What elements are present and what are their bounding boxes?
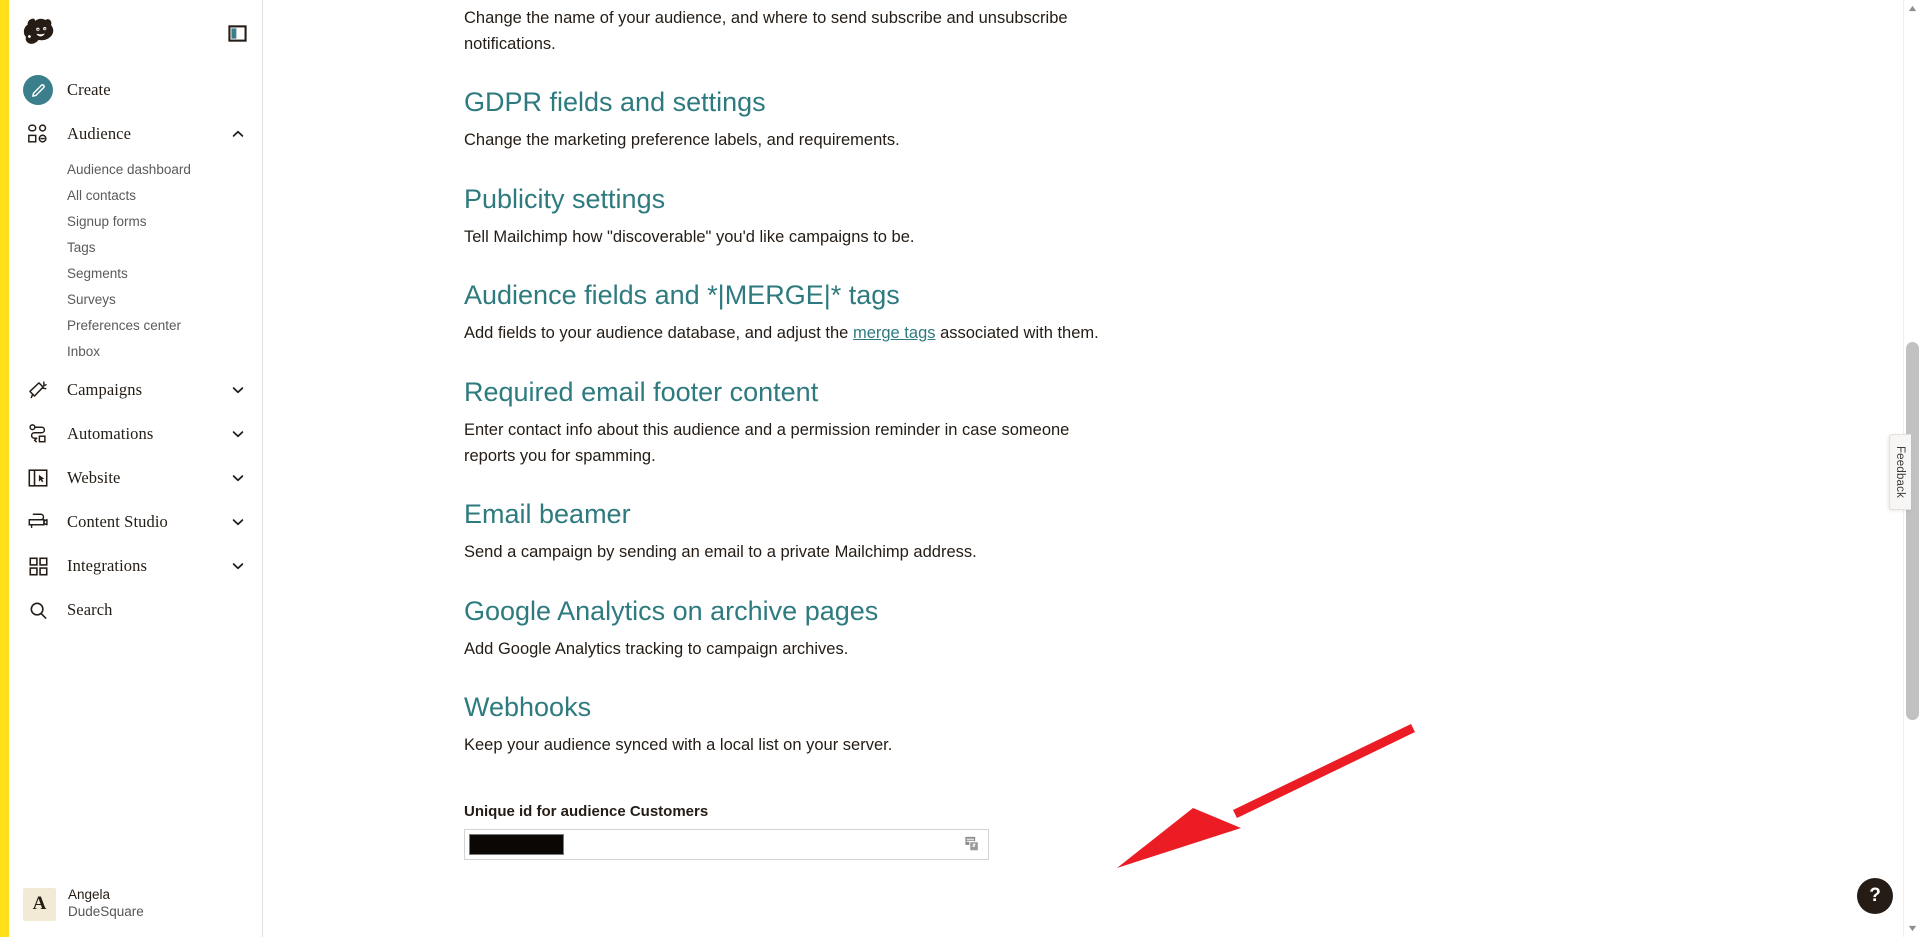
section-title-link[interactable]: Webhooks: [464, 692, 591, 723]
sidebar-item-label: Campaigns: [67, 380, 143, 399]
sidebar-item-label: Content Studio: [67, 512, 168, 531]
chevron-down-icon[interactable]: [230, 426, 246, 442]
user-meta: Angela DudeSquare: [68, 887, 144, 921]
feedback-tab-label: Feedback: [1894, 445, 1907, 499]
pencil-icon: [23, 75, 53, 105]
sub-item-label: Audience dashboard: [67, 161, 191, 177]
section-publicity-settings: Publicity settings Tell Mailchimp how "d…: [464, 184, 1364, 251]
section-description: Keep your audience synced with a local l…: [464, 736, 893, 755]
section-description: Add fields to your audience database, an…: [464, 321, 1104, 347]
sidebar-item-inbox[interactable]: Inbox: [9, 338, 262, 364]
sidebar-item-label: Website: [67, 468, 121, 487]
sidebar-item-audience-dashboard[interactable]: Audience dashboard: [9, 156, 262, 182]
sidebar-header: [9, 0, 262, 66]
integrations-grid-icon: [23, 551, 53, 581]
feedback-tab[interactable]: Feedback: [1889, 434, 1911, 510]
search-icon: [23, 595, 53, 625]
sidebar-item-audience[interactable]: Audience: [9, 112, 262, 156]
mailchimp-freddie-logo[interactable]: [21, 13, 61, 53]
user-name: Angela: [68, 887, 111, 903]
sidebar-item-all-contacts[interactable]: All contacts: [9, 182, 262, 208]
main-content: Change the name of your audience, and wh…: [264, 0, 1906, 937]
chevron-up-icon[interactable]: [230, 126, 246, 142]
megaphone-icon: [23, 375, 53, 405]
sidebar-item-surveys[interactable]: Surveys: [9, 286, 262, 312]
section-gdpr-fields-and-settings: GDPR fields and settings Change the mark…: [464, 87, 1364, 154]
brand-stripe: [0, 0, 9, 937]
sidebar-item-label: Create: [67, 80, 111, 99]
page-lede: Change the name of your audience, and wh…: [464, 9, 1068, 53]
sidebar-item-tags[interactable]: Tags: [9, 234, 262, 260]
scroll-up-arrow-icon[interactable]: [1904, 0, 1920, 17]
scrollbar-thumb[interactable]: [1906, 342, 1919, 720]
sub-item-label: Surveys: [67, 291, 116, 307]
audience-submenu: Audience dashboard All contacts Signup f…: [9, 156, 262, 368]
copy-icon[interactable]: [962, 835, 982, 853]
scroll-down-arrow-icon[interactable]: [1904, 920, 1920, 937]
merge-tags-link[interactable]: merge tags: [853, 324, 936, 342]
section-description: Add Google Analytics tracking to campaig…: [464, 639, 849, 658]
section-title-link[interactable]: Required email footer content: [464, 377, 818, 408]
sidebar-item-content-studio[interactable]: Content Studio: [9, 500, 262, 544]
panel-toggle-icon[interactable]: [226, 22, 248, 44]
sub-item-label: Segments: [67, 265, 128, 281]
section-title-link[interactable]: Google Analytics on archive pages: [464, 596, 878, 627]
settings-list: Change the name of your audience, and wh…: [264, 0, 1364, 860]
desc-text-before: Add fields to your audience database, an…: [464, 324, 853, 343]
sidebar-item-search[interactable]: Search: [9, 588, 262, 632]
section-description: Change the marketing preference labels, …: [464, 131, 900, 150]
section-audience-fields-and-merge-tags: Audience fields and *|MERGE|* tags Add f…: [464, 280, 1364, 347]
sidebar-item-integrations[interactable]: Integrations: [9, 544, 262, 588]
sidebar-item-campaigns[interactable]: Campaigns: [9, 368, 262, 412]
sidebar-nav: Create Audience Audience dashboard All c…: [9, 66, 262, 877]
sub-item-label: Signup forms: [67, 213, 147, 229]
content-studio-icon: [23, 507, 53, 537]
sidebar-item-label: Automations: [67, 424, 154, 443]
section-title-link[interactable]: Publicity settings: [464, 184, 665, 215]
audience-icon: [23, 119, 53, 149]
chevron-down-icon[interactable]: [230, 470, 246, 486]
help-button[interactable]: ?: [1857, 878, 1893, 914]
app-root: Create Audience Audience dashboard All c…: [0, 0, 1920, 937]
section-title-link[interactable]: Email beamer: [464, 499, 631, 530]
sidebar-item-label: Audience: [67, 124, 132, 143]
desc-text-after: associated with them.: [935, 324, 1099, 343]
unique-id-label: Unique id for audience Customers: [464, 802, 709, 820]
section-required-email-footer-content: Required email footer content Enter cont…: [464, 377, 1364, 469]
sidebar-item-preferences-center[interactable]: Preferences center: [9, 312, 262, 338]
website-icon: [23, 463, 53, 493]
sidebar-item-label: Integrations: [67, 556, 148, 575]
section-description: Send a campaign by sending an email to a…: [464, 543, 977, 562]
sub-item-label: Preferences center: [67, 317, 182, 333]
automations-icon: [23, 419, 53, 449]
sidebar-item-segments[interactable]: Segments: [9, 260, 262, 286]
sidebar: Create Audience Audience dashboard All c…: [9, 0, 263, 937]
sidebar-item-label: Search: [67, 600, 113, 619]
chevron-down-icon[interactable]: [230, 382, 246, 398]
unique-id-field-block: Unique id for audience Customers: [464, 803, 1364, 860]
section-title-link[interactable]: Audience fields and *|MERGE|* tags: [464, 280, 900, 311]
user-organization: DudeSquare: [68, 904, 144, 920]
section-email-beamer: Email beamer Send a campaign by sending …: [464, 499, 1364, 566]
chevron-down-icon[interactable]: [230, 558, 246, 574]
sidebar-item-create[interactable]: Create: [9, 68, 262, 112]
sub-item-label: Tags: [67, 239, 96, 255]
sidebar-user-account[interactable]: A Angela DudeSquare: [9, 877, 262, 937]
unique-id-input-wrapper[interactable]: [464, 828, 989, 860]
sidebar-item-signup-forms[interactable]: Signup forms: [9, 208, 262, 234]
sidebar-item-website[interactable]: Website: [9, 456, 262, 500]
sidebar-item-automations[interactable]: Automations: [9, 412, 262, 456]
section-description: Tell Mailchimp how "discoverable" you'd …: [464, 227, 915, 246]
section-title-link[interactable]: GDPR fields and settings: [464, 87, 766, 118]
section-google-analytics-on-archive-pages: Google Analytics on archive pages Add Go…: [464, 596, 1364, 663]
section-description: Enter contact info about this audience a…: [464, 421, 1070, 465]
avatar: A: [23, 887, 56, 921]
question-mark-icon: ?: [1869, 885, 1881, 906]
chevron-down-icon[interactable]: [230, 514, 246, 530]
sub-item-label: Inbox: [67, 343, 101, 359]
redacted-value-overlay: [469, 833, 564, 855]
section-webhooks: Webhooks Keep your audience synced with …: [464, 692, 1364, 759]
sub-item-label: All contacts: [67, 187, 137, 203]
